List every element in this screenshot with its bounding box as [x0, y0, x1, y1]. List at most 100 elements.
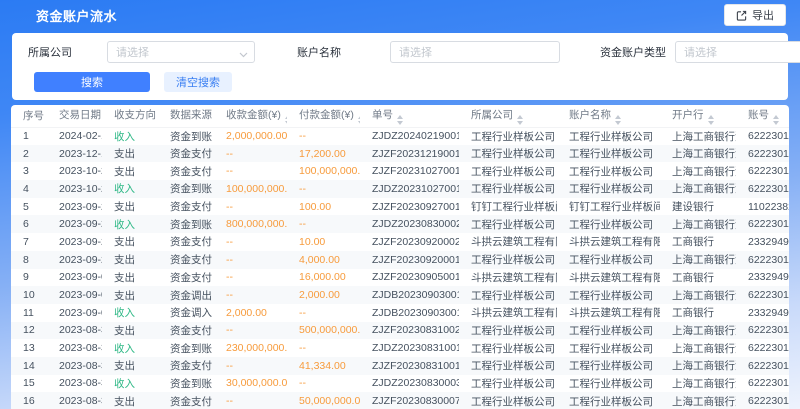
cell-source: 资金支付: [158, 251, 214, 269]
cell-account_name: 工程行业样板公司: [557, 145, 660, 163]
filter-account-type: 资金账户类型 请选择: [600, 41, 800, 63]
table-row: 42023-10-27收入资金到账100,000,000.00--ZJDZ202…: [11, 180, 789, 198]
cell-index: 14: [11, 357, 47, 375]
column-header-bank: 开户行: [660, 105, 736, 127]
cell-order_no: ZJDZ20231027001: [360, 180, 459, 198]
cell-index: 8: [11, 251, 47, 269]
export-button[interactable]: 导出: [724, 4, 786, 26]
cell-order_no: ZJDZ20240219001: [360, 127, 459, 145]
cell-company: 斗拱云建筑工程有限公司: [459, 304, 557, 322]
cell-index: 3: [11, 162, 47, 180]
table-row: 12024-02-19收入资金到账2,000,000.00--ZJDZ20240…: [11, 127, 789, 145]
cell-pay: 100.00: [287, 198, 360, 216]
cell-account_no: 23329499-: [736, 269, 789, 287]
cell-direction: 支出: [102, 357, 158, 375]
cell-direction: 支出: [102, 251, 158, 269]
account-type-select[interactable]: 请选择: [675, 41, 800, 63]
cell-index: 2: [11, 145, 47, 163]
cell-date: 2023-09-27: [47, 198, 102, 216]
cell-order_no: ZJZF20231027001: [360, 162, 459, 180]
cell-pay: --: [287, 215, 360, 233]
cell-source: 资金支付: [158, 233, 214, 251]
cell-order_no: ZJZF20230905001: [360, 269, 459, 287]
sort-icon[interactable]: [773, 115, 779, 125]
cell-bank: 工商银行: [660, 304, 736, 322]
cell-direction: 收入: [102, 304, 158, 322]
cell-pay: 2,000.00: [287, 286, 360, 304]
sort-icon[interactable]: [397, 115, 403, 125]
cell-direction: 收入: [102, 375, 158, 393]
search-button[interactable]: 搜索: [34, 72, 150, 92]
sort-icon[interactable]: [517, 115, 523, 125]
cell-order_no: ZJDZ20230831001: [360, 339, 459, 357]
column-label: 收款金额(¥): [226, 109, 281, 121]
clear-search-button[interactable]: 清空搜索: [164, 72, 232, 92]
cell-account_name: 工程行业样板公司: [557, 251, 660, 269]
chevron-down-icon: [239, 49, 248, 61]
cell-account_no: 110223825: [736, 198, 789, 216]
cell-index: 11: [11, 304, 47, 322]
cell-order_no: ZJZF20230920002: [360, 233, 459, 251]
cell-account_name: 工程行业样板公司: [557, 286, 660, 304]
cell-bank: 上海工商银行漕河泾支行: [660, 357, 736, 375]
cell-index: 16: [11, 392, 47, 409]
cell-order_no: ZJDB20230903001: [360, 286, 459, 304]
cell-date: 2023-08-30: [47, 375, 102, 393]
cell-bank: 上海工商银行漕河泾支行: [660, 215, 736, 233]
cell-pay: 4,000.00: [287, 251, 360, 269]
cell-pay: 16,000.00: [287, 269, 360, 287]
cell-bank: 上海工商银行漕河泾支行: [660, 375, 736, 393]
cell-direction: 支出: [102, 198, 158, 216]
cell-source: 资金支付: [158, 145, 214, 163]
cell-receive: 230,000,000.00: [214, 339, 287, 357]
account-type-placeholder: 请选择: [684, 44, 717, 60]
cell-source: 资金支付: [158, 198, 214, 216]
cell-account_no: 622230111: [736, 162, 789, 180]
column-header-order_no: 单号: [360, 105, 459, 127]
cell-source: 资金调入: [158, 304, 214, 322]
cell-bank: 上海工商银行漕河泾支行: [660, 162, 736, 180]
table-row: 122023-08-31支出资金支付--500,000,000.00ZJZF20…: [11, 322, 789, 340]
cell-bank: 上海工商银行漕河泾支行: [660, 180, 736, 198]
cell-company: 工程行业样板公司: [459, 215, 557, 233]
sort-icon[interactable]: [285, 115, 287, 125]
cell-index: 7: [11, 233, 47, 251]
column-header-source: 数据来源: [158, 105, 214, 127]
table-row: 32023-10-27支出资金支付--100,000,000.00ZJZF202…: [11, 162, 789, 180]
table-row: 92023-09-05支出资金支付--16,000.00ZJZF20230905…: [11, 269, 789, 287]
cell-date: 2023-08-31: [47, 322, 102, 340]
table-row: 162023-08-30支出资金支付--50,000,000.00ZJZF202…: [11, 392, 789, 409]
cell-account_no: 622230111: [736, 251, 789, 269]
cell-bank: 上海工商银行漕河泾支行: [660, 339, 736, 357]
cell-direction: 支出: [102, 322, 158, 340]
filter-company-label: 所属公司: [28, 44, 72, 60]
cell-index: 12: [11, 322, 47, 340]
filter-panel: 所属公司 请选择 账户名称 请选择 资金账户类型 请选择: [12, 33, 788, 100]
column-label: 开户行: [672, 109, 704, 121]
sort-icon[interactable]: [615, 115, 621, 125]
table-row: 152023-08-30收入资金到账30,000,000.00--ZJDZ202…: [11, 375, 789, 393]
cell-receive: --: [214, 322, 287, 340]
cell-bank: 上海工商银行漕河泾支行: [660, 145, 736, 163]
cell-receive: --: [214, 145, 287, 163]
sort-icon[interactable]: [358, 115, 360, 125]
cell-receive: --: [214, 269, 287, 287]
sort-icon[interactable]: [708, 115, 714, 125]
cell-direction: 支出: [102, 145, 158, 163]
cell-bank: 上海工商银行漕河泾支行: [660, 286, 736, 304]
cell-receive: 30,000,000.00: [214, 375, 287, 393]
cell-receive: 100,000,000.00: [214, 180, 287, 198]
cell-receive: --: [214, 198, 287, 216]
company-select[interactable]: 请选择: [107, 41, 255, 63]
account-name-input[interactable]: 请选择: [390, 41, 560, 63]
account-name-placeholder: 请选择: [399, 44, 432, 60]
cell-source: 资金支付: [158, 322, 214, 340]
cell-date: 2023-09-20: [47, 233, 102, 251]
cell-index: 4: [11, 180, 47, 198]
cell-direction: 收入: [102, 339, 158, 357]
cell-account_no: 23329499-: [736, 304, 789, 322]
table-row: 112023-09-03收入资金调入2,000.00--ZJDB20230903…: [11, 304, 789, 322]
table-row: 62023-09-21收入资金到账800,000,000.00--ZJDZ202…: [11, 215, 789, 233]
column-header-direction: 收支方向: [102, 105, 158, 127]
cell-account_no: 622230111: [736, 127, 789, 145]
